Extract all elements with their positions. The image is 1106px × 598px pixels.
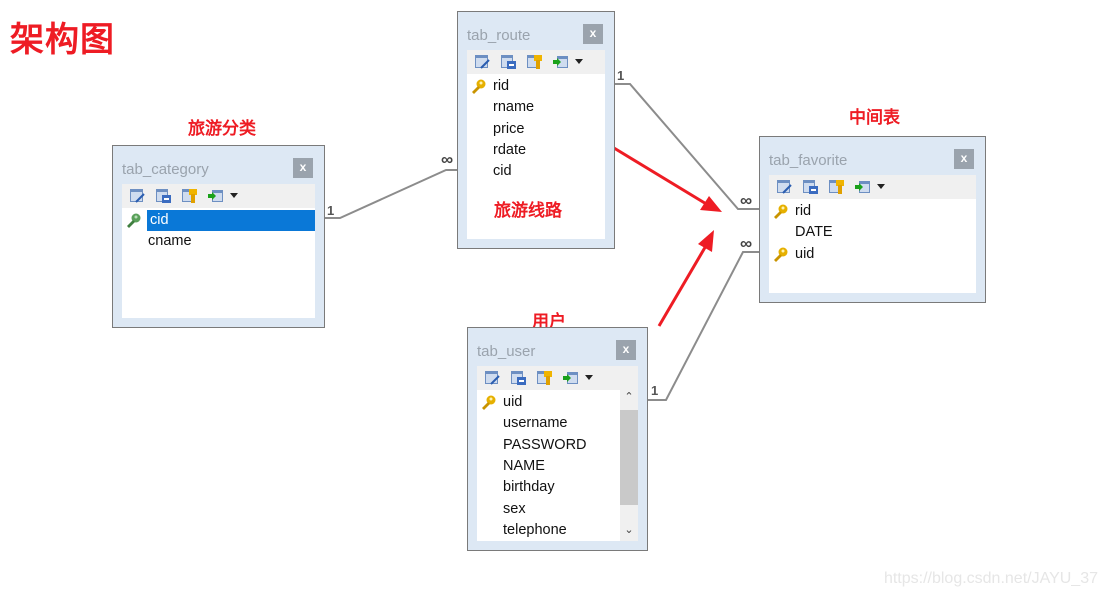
column-row[interactable]: cid — [467, 161, 605, 182]
primary-key-icon — [774, 247, 788, 262]
chevron-down-icon[interactable] — [877, 184, 885, 189]
table-design-icon[interactable] — [777, 180, 792, 194]
chevron-down-icon[interactable] — [575, 59, 583, 64]
primary-key-icon[interactable] — [537, 371, 552, 385]
column-name: uid — [503, 394, 523, 410]
column-name: rdate — [493, 141, 527, 158]
table-card-category[interactable]: tab_category x cid cname — [112, 145, 325, 328]
column-row[interactable]: username — [477, 413, 620, 434]
relation-line-user-favorite — [648, 251, 759, 401]
cardinality-many: ∞ — [740, 191, 753, 210]
column-name: telephone — [503, 521, 567, 538]
table-card-user[interactable]: tab_user x ⌃ ⌄ uid username PASSWORD NAME bi… — [467, 327, 648, 551]
column-row[interactable]: DATE — [769, 222, 976, 243]
column-row[interactable]: sex — [477, 499, 620, 520]
red-arrow-route-head — [700, 196, 722, 212]
column-name: cname — [148, 233, 192, 250]
red-arrow-user — [657, 243, 709, 327]
table-toolbar — [769, 175, 976, 199]
cardinality-one: 1 — [617, 68, 625, 83]
column-name: sex — [503, 500, 526, 517]
primary-key-icon — [482, 395, 496, 410]
table-design-icon[interactable] — [130, 189, 145, 203]
chevron-down-icon[interactable] — [230, 193, 238, 198]
import-icon[interactable] — [208, 189, 223, 203]
table-toolbar — [477, 366, 638, 390]
close-button[interactable]: x — [954, 149, 974, 169]
table-title[interactable]: tab_favorite — [769, 152, 847, 169]
column-name: rid — [493, 78, 510, 94]
column-name: DATE — [795, 224, 833, 241]
table-design-icon[interactable] — [485, 371, 500, 385]
column-name: username — [503, 415, 568, 432]
table-title[interactable]: tab_category — [122, 161, 209, 178]
column-name: birthday — [503, 479, 555, 496]
primary-key-icon — [472, 79, 486, 94]
table-toolbar — [122, 184, 315, 208]
column-name: PASSWORD — [503, 436, 587, 453]
column-row[interactable]: cid — [122, 210, 315, 231]
cardinality-one: 1 — [327, 203, 335, 218]
cardinality-many: ∞ — [441, 150, 454, 169]
scrollbar-thumb[interactable] — [620, 410, 638, 505]
table-properties-icon[interactable] — [501, 55, 516, 69]
scroll-down-icon[interactable]: ⌄ — [620, 523, 638, 541]
column-name: NAME — [503, 457, 545, 474]
close-button[interactable]: x — [583, 24, 603, 44]
close-button[interactable]: x — [293, 158, 313, 178]
column-row[interactable]: rid — [467, 76, 605, 97]
column-row[interactable]: uid — [769, 244, 976, 265]
table-card-favorite[interactable]: tab_favorite x rid DATE uid — [759, 136, 986, 303]
table-properties-icon[interactable] — [803, 180, 818, 194]
import-icon[interactable] — [553, 55, 568, 69]
column-name: rname — [493, 99, 535, 116]
relation-line-category-route — [315, 169, 457, 219]
primary-key-icon — [774, 204, 788, 219]
cardinality-many: ∞ — [740, 234, 753, 253]
column-list[interactable]: cid cname — [122, 208, 315, 318]
table-card-route[interactable]: tab_route x rid rname price rdate cid 旅游线路 — [457, 11, 615, 249]
column-row[interactable]: PASSWORD — [477, 435, 620, 456]
column-row[interactable]: rdate — [467, 140, 605, 161]
column-row[interactable]: price — [467, 119, 605, 140]
column-row[interactable]: uid — [477, 392, 620, 413]
close-button[interactable]: x — [616, 340, 636, 360]
watermark: https://blog.csdn.net/JAYU_37 — [883, 570, 1098, 587]
primary-key-icon — [127, 213, 141, 228]
column-name: cid — [493, 163, 512, 180]
primary-key-icon[interactable] — [829, 180, 844, 194]
table-properties-icon[interactable] — [511, 371, 526, 385]
table-title[interactable]: tab_route — [467, 27, 530, 44]
cardinality-one: 1 — [651, 383, 659, 398]
column-row[interactable]: rid — [769, 201, 976, 222]
column-list[interactable]: rid DATE uid — [769, 199, 976, 293]
column-name: uid — [795, 245, 815, 262]
primary-key-icon[interactable] — [527, 55, 542, 69]
column-row[interactable]: rname — [467, 97, 605, 118]
column-row[interactable]: birthday — [477, 477, 620, 498]
chevron-down-icon[interactable] — [585, 375, 593, 380]
table-title[interactable]: tab_user — [477, 343, 535, 360]
red-arrow-user-head — [698, 230, 714, 252]
column-name: cid — [147, 210, 315, 231]
table-design-icon[interactable] — [475, 55, 490, 69]
scroll-up-icon[interactable]: ⌃ — [620, 390, 638, 408]
scrollbar[interactable]: ⌃ ⌄ — [620, 390, 638, 541]
import-icon[interactable] — [563, 371, 578, 385]
label-route: 旅游线路 — [494, 201, 562, 221]
column-row[interactable]: cname — [122, 231, 315, 252]
column-row[interactable]: NAME — [477, 456, 620, 477]
import-icon[interactable] — [855, 180, 870, 194]
table-properties-icon[interactable] — [156, 189, 171, 203]
column-name: price — [493, 120, 525, 137]
column-list[interactable]: ⌃ ⌄ uid username PASSWORD NAME birthday sex te… — [477, 390, 638, 541]
primary-key-icon[interactable] — [182, 189, 197, 203]
column-row[interactable]: telephone — [477, 520, 620, 541]
column-name: rid — [795, 203, 812, 219]
table-toolbar — [467, 50, 605, 74]
